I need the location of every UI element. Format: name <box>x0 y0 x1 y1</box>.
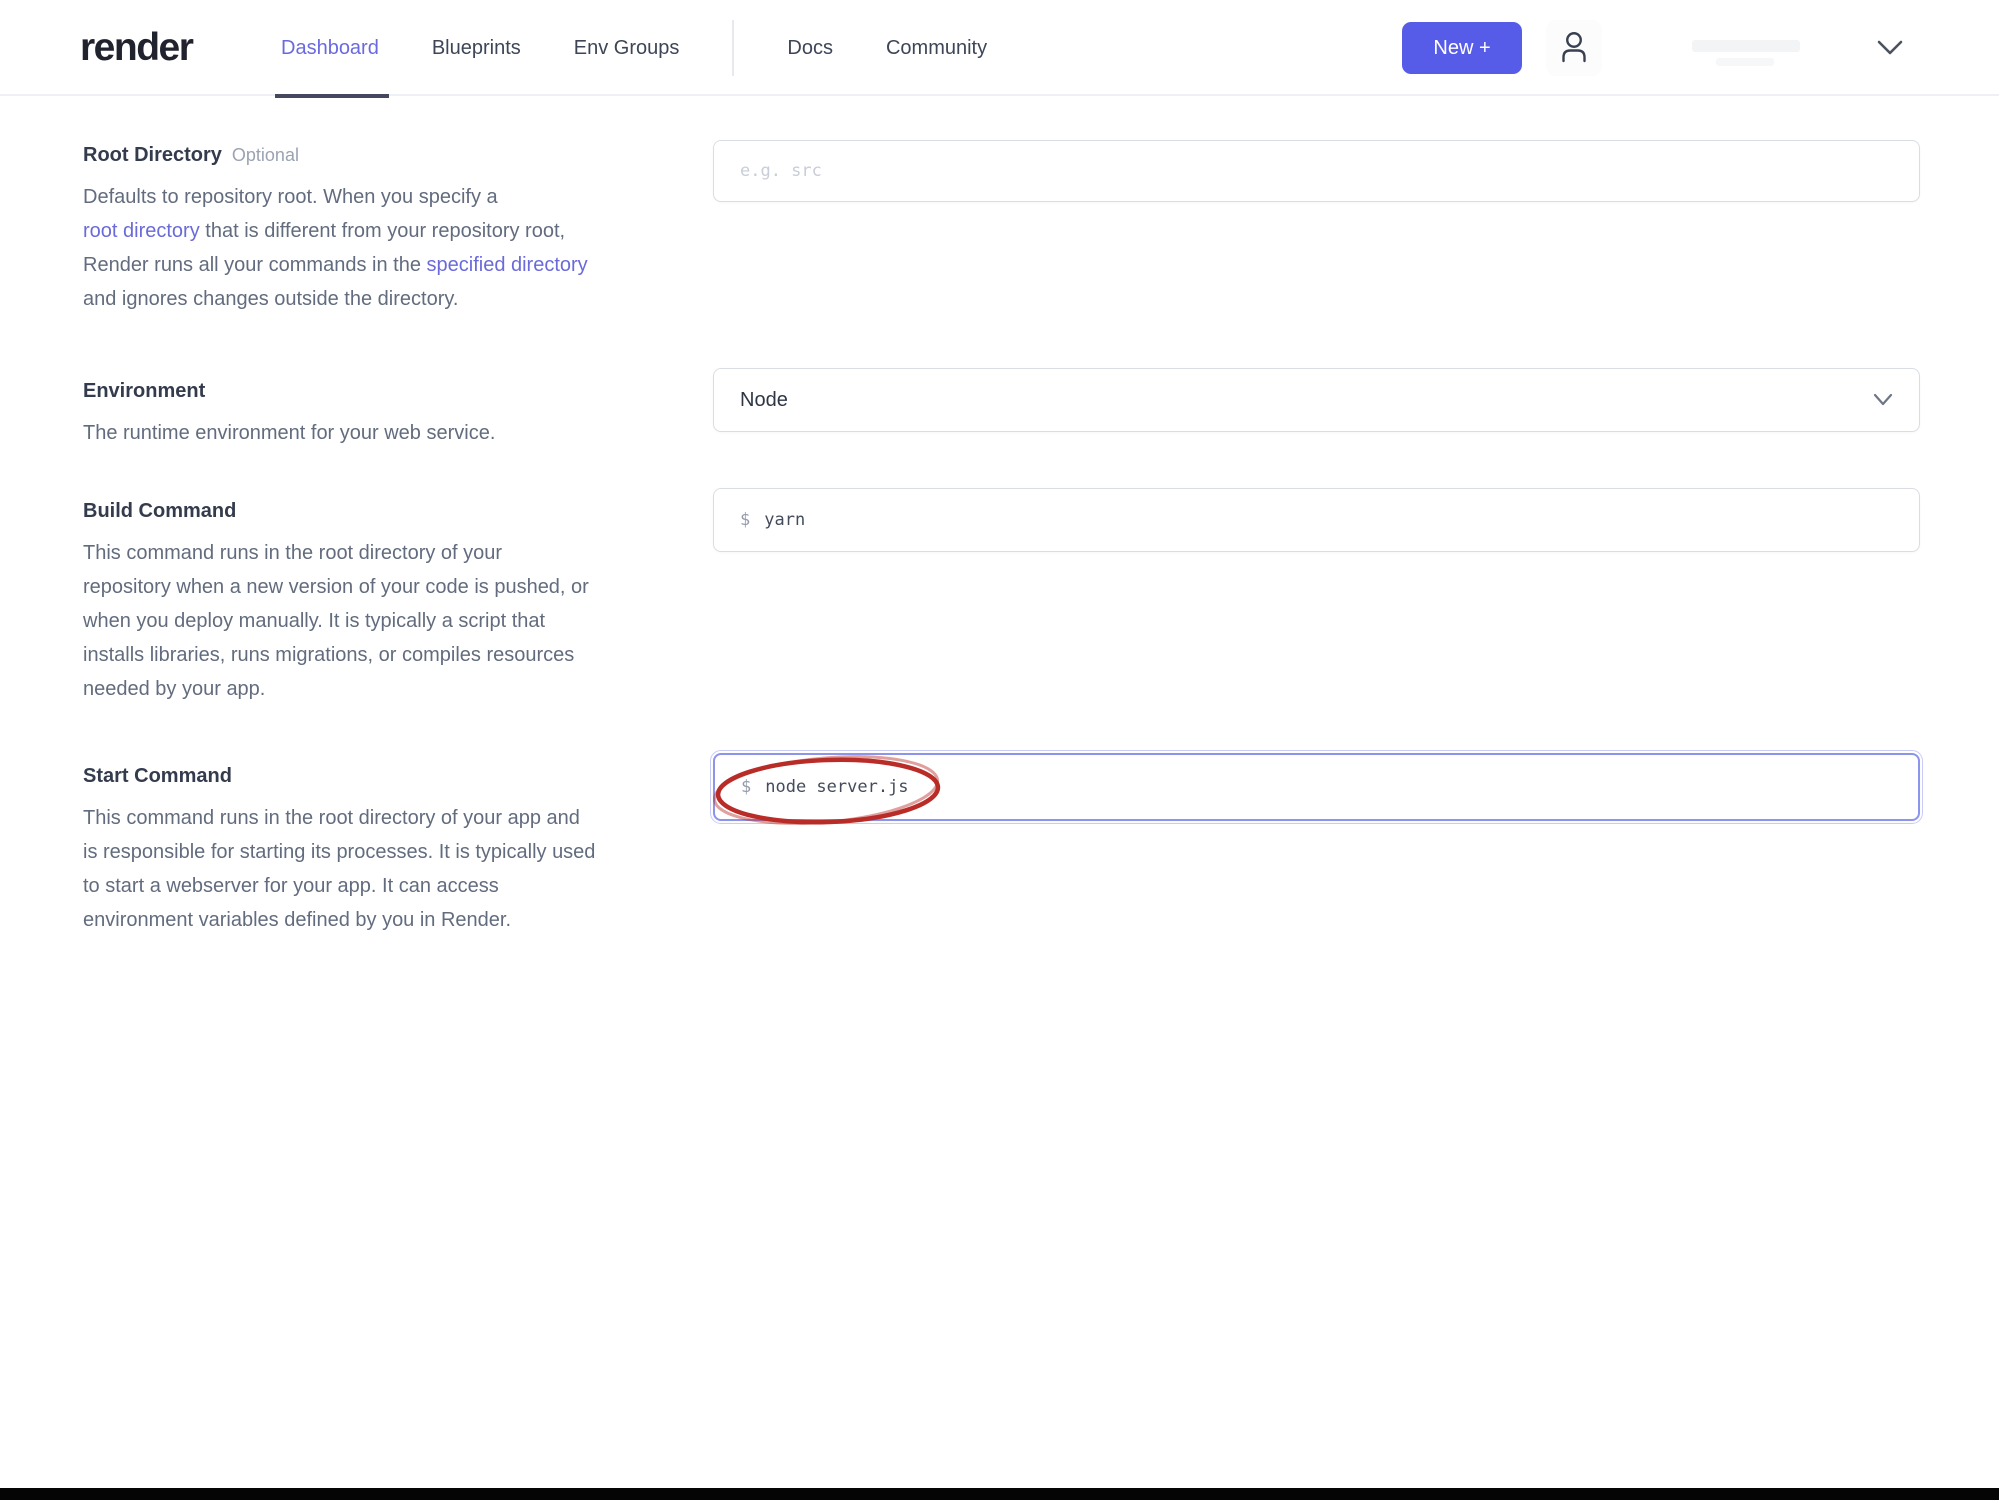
environment-label: Environment <box>83 380 206 402</box>
start-command-input[interactable]: $ <box>710 750 1923 824</box>
account-name-redacted <box>1716 58 1774 66</box>
build-command-input[interactable]: $ <box>713 488 1920 552</box>
nav-item-docs[interactable]: Docs <box>787 0 833 96</box>
root-directory-label: Root Directory <box>83 144 222 166</box>
start-command-value[interactable] <box>765 777 1918 797</box>
dollar-prefix: $ <box>741 777 752 797</box>
chevron-down-icon <box>1877 40 1903 61</box>
nav-item-blueprints[interactable]: Blueprints <box>432 0 521 96</box>
account-dropdown-toggle[interactable] <box>1874 36 1906 64</box>
environment-select-value: Node <box>740 388 788 411</box>
bottom-bar <box>0 1488 1999 1500</box>
nav-item-env-groups[interactable]: Env Groups <box>574 0 680 96</box>
top-nav-bar: render Dashboard Blueprints Env Groups D… <box>0 0 1999 98</box>
environment-select[interactable]: Node <box>713 368 1920 432</box>
dollar-prefix: $ <box>740 510 751 530</box>
start-command-description: This command runs in the root directory … <box>83 807 596 931</box>
new-button[interactable]: New + <box>1402 22 1522 74</box>
render-logo[interactable]: render <box>80 0 194 96</box>
build-command-label: Build Command <box>83 500 237 522</box>
root-directory-link[interactable]: root directory <box>83 220 200 242</box>
start-command-label: Start Command <box>83 765 232 787</box>
nav-divider <box>732 20 735 76</box>
user-menu-button[interactable] <box>1546 20 1602 76</box>
environment-description: The runtime environment for your web ser… <box>83 422 496 444</box>
nav-item-community[interactable]: Community <box>886 0 987 96</box>
root-directory-input[interactable] <box>713 140 1920 202</box>
build-command-value[interactable] <box>764 510 1919 530</box>
optional-badge: Optional <box>231 145 299 165</box>
primary-nav: Dashboard Blueprints Env Groups Docs Com… <box>275 0 987 98</box>
build-command-description: This command runs in the root directory … <box>83 542 589 700</box>
root-directory-description: Defaults to repository root. When you sp… <box>83 186 588 310</box>
specified-directory-link[interactable]: specified directory <box>427 254 588 276</box>
account-name-redacted <box>1692 40 1800 52</box>
chevron-down-icon <box>1873 389 1893 412</box>
user-icon <box>1553 25 1595 72</box>
nav-item-dashboard[interactable]: Dashboard <box>275 0 389 98</box>
